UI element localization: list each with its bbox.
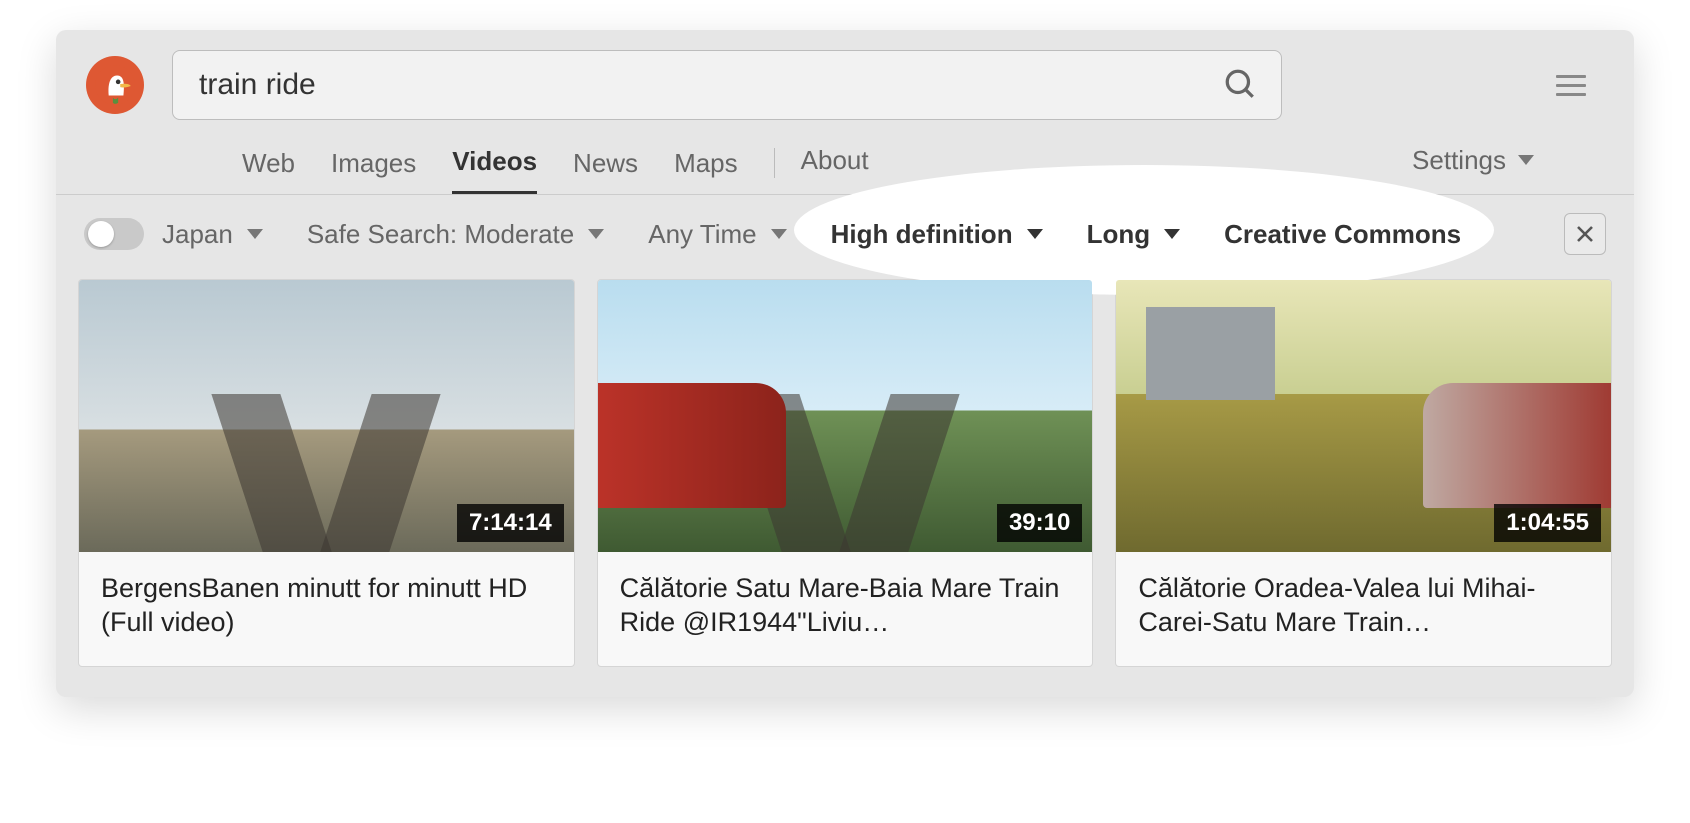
search-button[interactable] [1217, 61, 1263, 110]
filter-time-label: Any Time [648, 219, 756, 250]
settings-label: Settings [1412, 145, 1506, 176]
duckduckgo-logo[interactable] [86, 56, 144, 114]
video-duration: 39:10 [997, 504, 1082, 542]
video-results: 7:14:14 BergensBanen minutt for minutt H… [56, 273, 1634, 697]
menu-button[interactable] [1548, 61, 1594, 110]
tab-maps[interactable]: Maps [674, 142, 738, 193]
header [56, 30, 1634, 134]
filter-safesearch-label: Safe Search: Moderate [307, 219, 574, 250]
app-window: Web Images Videos News Maps About Settin… [56, 30, 1634, 697]
settings-dropdown[interactable]: Settings [1412, 145, 1534, 190]
filter-duration[interactable]: Long [1087, 219, 1181, 250]
tab-images[interactable]: Images [331, 142, 416, 193]
clear-filters-button[interactable] [1564, 213, 1606, 255]
video-result[interactable]: 7:14:14 BergensBanen minutt for minutt H… [78, 279, 575, 667]
video-result[interactable]: 1:04:55 Călătorie Oradea-Valea lui Mihai… [1115, 279, 1612, 667]
filter-region[interactable]: Japan [162, 219, 263, 250]
search-icon [1223, 67, 1257, 101]
video-result[interactable]: 39:10 Călătorie Satu Mare-Baia Mare Trai… [597, 279, 1094, 667]
search-box [172, 50, 1282, 120]
chevron-down-icon [1164, 229, 1180, 239]
tab-about[interactable]: About [801, 145, 869, 190]
region-toggle[interactable] [84, 218, 144, 250]
filter-time[interactable]: Any Time [648, 219, 786, 250]
filter-license[interactable]: Creative Commons [1224, 219, 1461, 250]
filter-duration-label: Long [1087, 219, 1151, 250]
video-thumbnail: 7:14:14 [79, 280, 574, 552]
tab-web[interactable]: Web [242, 142, 295, 193]
chevron-down-icon [588, 229, 604, 239]
filter-safesearch[interactable]: Safe Search: Moderate [307, 219, 604, 250]
filter-bar: Japan Safe Search: Moderate Any Time Hig… [56, 195, 1634, 273]
chevron-down-icon [247, 229, 263, 239]
chevron-down-icon [771, 229, 787, 239]
filter-region-label: Japan [162, 219, 233, 250]
tab-news[interactable]: News [573, 142, 638, 193]
tab-separator [774, 148, 775, 178]
chevron-down-icon [1027, 229, 1043, 239]
video-title: Călătorie Oradea-Valea lui Mihai-Carei-S… [1116, 552, 1611, 666]
video-duration: 7:14:14 [457, 504, 564, 542]
hamburger-icon [1556, 75, 1586, 96]
video-title: Călătorie Satu Mare-Baia Mare Train Ride… [598, 552, 1093, 666]
close-icon [1575, 224, 1595, 244]
chevron-down-icon [1518, 155, 1534, 165]
tab-videos[interactable]: Videos [452, 140, 537, 194]
video-thumbnail: 1:04:55 [1116, 280, 1611, 552]
video-title: BergensBanen minutt for minutt HD (Full … [79, 552, 574, 666]
video-thumbnail: 39:10 [598, 280, 1093, 552]
filter-license-label: Creative Commons [1224, 219, 1461, 250]
filter-resolution[interactable]: High definition [831, 219, 1043, 250]
filter-resolution-label: High definition [831, 219, 1013, 250]
search-input[interactable] [199, 68, 1217, 102]
video-duration: 1:04:55 [1494, 504, 1601, 542]
